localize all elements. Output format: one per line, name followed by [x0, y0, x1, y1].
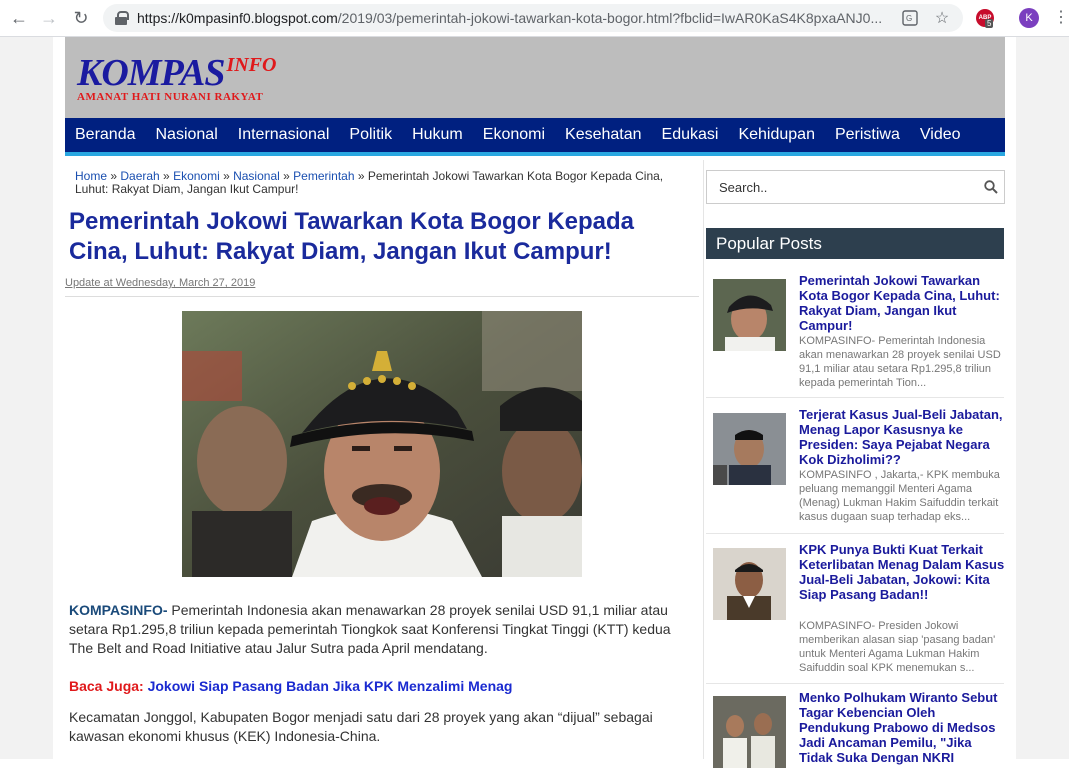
breadcrumb-nasional[interactable]: Nasional: [233, 169, 280, 183]
post-thumbnail[interactable]: [713, 413, 786, 485]
article-photo: [182, 311, 582, 577]
browser-menu-icon[interactable]: ⋮: [1053, 8, 1069, 28]
lead-source: KOMPASINFO-: [69, 602, 168, 618]
nav-item-kesehatan[interactable]: Kesehatan: [555, 126, 652, 144]
svg-text:G: G: [906, 14, 912, 23]
lead-paragraph: KOMPASINFO- Pemerintah Indonesia akan me…: [69, 602, 671, 656]
adblock-count-badge: 5: [985, 19, 994, 28]
post-thumbnail[interactable]: [713, 696, 786, 768]
main-navigation: Beranda Nasional Internasional Politik H…: [65, 118, 1005, 156]
forward-arrow-icon[interactable]: →: [34, 3, 64, 33]
browser-toolbar: ← → ↻ https://k0mpasinf0.blogspot.com/20…: [0, 0, 1069, 37]
update-timestamp: Update at Wednesday, March 27, 2019: [65, 277, 256, 289]
url-text[interactable]: https://k0mpasinf0.blogspot.com/2019/03/…: [137, 10, 897, 26]
breadcrumb-pemerintah[interactable]: Pemerintah: [293, 169, 354, 183]
nav-item-beranda[interactable]: Beranda: [65, 126, 146, 144]
reload-icon[interactable]: ↻: [66, 3, 96, 33]
nav-item-politik[interactable]: Politik: [339, 126, 402, 144]
search-placeholder: Search..: [719, 179, 768, 195]
nav-item-ekonomi[interactable]: Ekonomi: [473, 126, 555, 144]
nav-item-video[interactable]: Video: [910, 126, 971, 144]
post-title-link[interactable]: Menko Polhukam Wiranto Sebut Tagar Keben…: [799, 690, 1005, 765]
nav-item-peristiwa[interactable]: Peristiwa: [825, 126, 910, 144]
breadcrumb-ekonomi[interactable]: Ekonomi: [173, 169, 220, 183]
post-thumbnail[interactable]: [713, 279, 786, 351]
article-title: Pemerintah Jokowi Tawarkan Kota Bogor Ke…: [69, 208, 635, 265]
post-thumbnail[interactable]: [713, 548, 786, 620]
post-separator: [706, 533, 1004, 534]
page-container: KOMPAS INFO AMANAT HATI NURANI RAKYAT Ber…: [53, 37, 1016, 768]
nav-item-nasional[interactable]: Nasional: [146, 126, 228, 144]
post-title-link[interactable]: Terjerat Kasus Jual-Beli Jabatan, Menag …: [799, 407, 1005, 467]
site-logo[interactable]: KOMPAS INFO AMANAT HATI NURANI RAKYAT: [77, 51, 276, 103]
post-separator: [706, 683, 1004, 684]
baca-juga-label: Baca Juga:: [69, 678, 144, 694]
search-input[interactable]: Search..: [706, 170, 1005, 204]
popular-post-item: Terjerat Kasus Jual-Beli Jabatan, Menag …: [713, 407, 1005, 527]
popular-post-item: Menko Polhukam Wiranto Sebut Tagar Keben…: [713, 690, 1005, 768]
post-title-link[interactable]: KPK Punya Bukti Kuat Terkait Keterlibata…: [799, 542, 1005, 602]
back-arrow-icon[interactable]: ←: [4, 3, 34, 33]
breadcrumb-home[interactable]: Home: [75, 169, 107, 183]
address-bar[interactable]: https://k0mpasinf0.blogspot.com/2019/03/…: [103, 4, 963, 32]
post-excerpt: KOMPASINFO- Presiden Jokowi memberikan a…: [799, 620, 996, 674]
post-title-link[interactable]: Pemerintah Jokowi Tawarkan Kota Bogor Ke…: [799, 273, 1005, 333]
post-excerpt: KOMPASINFO , Jakarta,- KPK membuka pelua…: [799, 469, 1000, 523]
site-header: KOMPAS INFO AMANAT HATI NURANI RAKYAT: [65, 37, 1005, 118]
related-article-link[interactable]: Jokowi Siap Pasang Badan Jika KPK Menzal…: [148, 678, 513, 694]
profile-avatar[interactable]: K: [1019, 8, 1039, 28]
nav-item-edukasi[interactable]: Edukasi: [652, 126, 729, 144]
divider: [65, 296, 699, 297]
lock-icon: [115, 11, 129, 25]
popular-post-item: KPK Punya Bukti Kuat Terkait Keterlibata…: [713, 542, 1005, 676]
translate-icon[interactable]: G: [901, 9, 919, 27]
popular-posts-heading: Popular Posts: [706, 228, 1004, 259]
bookmark-star-icon[interactable]: ☆: [933, 9, 951, 27]
nav-item-internasional[interactable]: Internasional: [228, 126, 340, 144]
related-link-block: Baca Juga: Jokowi Siap Pasang Badan Jika…: [69, 678, 512, 694]
nav-item-hukum[interactable]: Hukum: [402, 126, 473, 144]
post-excerpt: KOMPASINFO- Pemerintah Indonesia akan me…: [799, 335, 1001, 389]
column-divider: [703, 160, 704, 759]
search-icon[interactable]: [984, 180, 998, 194]
breadcrumb-daerah[interactable]: Daerah: [120, 169, 159, 183]
post-separator: [706, 397, 1004, 398]
popular-post-item: Pemerintah Jokowi Tawarkan Kota Bogor Ke…: [713, 273, 1005, 389]
body-paragraph: Kecamatan Jonggol, Kabupaten Bogor menja…: [69, 709, 653, 744]
nav-item-kehidupan[interactable]: Kehidupan: [728, 126, 825, 144]
breadcrumb: Home » Daerah » Ekonomi » Nasional » Pem…: [75, 169, 664, 196]
